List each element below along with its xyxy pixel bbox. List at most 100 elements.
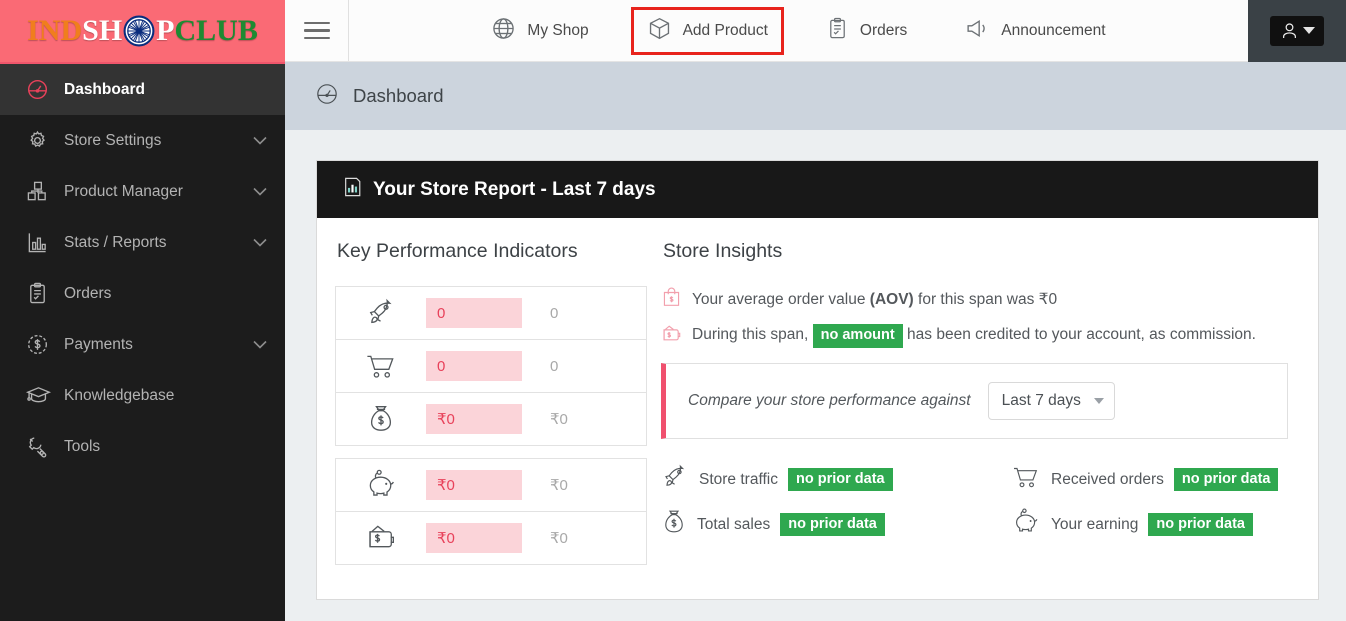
kpi-previous-value: 0 [550, 357, 559, 375]
store-report-header: Your Store Report - Last 7 days [317, 161, 1318, 218]
wrench-icon [26, 435, 56, 458]
topnav-item-announcement[interactable]: Announcement [949, 7, 1121, 55]
hamburger-icon [303, 17, 330, 45]
blocks-icon [26, 180, 56, 203]
sidebar-item-stats-reports[interactable]: Stats / Reports [0, 217, 285, 268]
chevron-down-icon[interactable] [253, 183, 267, 201]
sidebar-item-orders[interactable]: Orders [0, 268, 285, 319]
sidebar-item-dashboard[interactable]: Dashboard [0, 62, 285, 115]
user-menu-button[interactable] [1248, 0, 1346, 62]
comparison-metrics-grid: Store traffic no prior data Received ord… [661, 463, 1288, 541]
rocket-icon [661, 463, 689, 496]
compare-period-select[interactable]: Last 7 days [987, 382, 1115, 420]
main-content: Your Store Report - Last 7 days Key Perf… [285, 130, 1346, 621]
user-icon [1282, 23, 1296, 39]
hamburger-menu-button[interactable] [285, 0, 349, 61]
status-badge: no prior data [1173, 467, 1279, 492]
store-report-title: Your Store Report - Last 7 days [373, 178, 656, 200]
sidebar-item-label: Dashboard [64, 80, 145, 98]
topnav-item-label: Add Product [682, 21, 768, 39]
chevron-down-icon[interactable] [253, 336, 267, 354]
table-row: ₹0 ₹0 [336, 459, 646, 512]
comparison-total-sales: Total sales no prior data [661, 508, 1011, 541]
kpi-previous-value: ₹0 [550, 411, 568, 428]
commission-text: During this span, no amount has been cre… [692, 324, 1256, 348]
kpi-previous-value: ₹0 [550, 477, 568, 494]
wallet-outline-icon [661, 323, 682, 349]
kpi-heading: Key Performance Indicators [337, 240, 578, 262]
dashboard-page: IND SH P CLUB Dashboard Store Settings P… [0, 0, 1346, 621]
logo-segment-sh: SH [82, 14, 123, 47]
gear-icon [26, 129, 56, 152]
piggy-bank-icon [1011, 508, 1041, 541]
top-nav-items: My Shop Add Product Orders Announcement [349, 0, 1248, 62]
comparison-received-orders: Received orders no prior data [1011, 463, 1288, 496]
comparison-label: Store traffic [699, 470, 778, 488]
table-row: ₹0 ₹0 [336, 393, 646, 446]
logo-segment-p: P [156, 14, 175, 47]
chevron-down-icon [1302, 27, 1315, 34]
sidebar-item-product-manager[interactable]: Product Manager [0, 166, 285, 217]
topnav-item-my-shop[interactable]: My Shop [475, 7, 604, 55]
sidebar-item-label: Store Settings [64, 131, 162, 149]
status-badge: no amount [812, 324, 903, 348]
chart-report-icon [343, 177, 362, 203]
topnav-item-add-product[interactable]: Add Product [630, 6, 784, 55]
topnav-item-label: My Shop [527, 21, 589, 39]
megaphone-icon [965, 16, 990, 46]
store-report-card: Your Store Report - Last 7 days Key Perf… [316, 160, 1319, 600]
sidebar-item-label: Stats / Reports [64, 233, 167, 251]
speedometer-icon [26, 78, 56, 101]
kpi-table-primary: 0 0 0 0 ₹0 ₹0 [335, 286, 647, 446]
sidebar-item-label: Orders [64, 284, 112, 302]
piggy-bank-icon [336, 469, 426, 501]
compare-label: Compare your store performance against [688, 392, 971, 409]
status-badge: no prior data [780, 512, 885, 537]
compare-performance-box: Compare your store performance against L… [661, 363, 1288, 439]
sidebar-item-label: Payments [64, 335, 133, 353]
clipboard-icon [26, 282, 56, 305]
aov-abbr: (AOV) [869, 290, 914, 308]
logo-segment-ind: IND [27, 14, 83, 47]
money-bag-icon [661, 508, 687, 541]
logo-segment-club: CLUB [174, 14, 258, 47]
kpi-previous-value: 0 [550, 304, 559, 322]
dollar-circle-icon [26, 333, 56, 356]
store-report-body: Key Performance Indicators 0 0 0 0 ₹0 ₹0… [317, 218, 1318, 599]
kpi-current-value: ₹0 [426, 404, 522, 434]
kpi-section: Key Performance Indicators 0 0 0 0 ₹0 ₹0… [317, 240, 647, 565]
sidebar-item-payments[interactable]: Payments [0, 319, 285, 370]
chevron-down-icon[interactable] [253, 132, 267, 150]
sidebar-item-tools[interactable]: Tools [0, 421, 285, 472]
topnav-item-label: Announcement [1001, 21, 1106, 39]
aov-text: Your average order value (AOV) for this … [692, 290, 1058, 308]
avatar[interactable] [1270, 15, 1324, 46]
kpi-table-secondary: ₹0 ₹0 ₹0 ₹0 [335, 458, 647, 565]
clipboard-icon [826, 17, 849, 45]
comparison-label: Received orders [1051, 470, 1164, 488]
comparison-label: Total sales [697, 515, 771, 533]
sidebar-item-label: Product Manager [64, 182, 183, 200]
sidebar-item-label: Tools [64, 437, 101, 455]
bar-chart-icon [26, 231, 56, 254]
status-badge: no prior data [1148, 512, 1253, 537]
sidebar-item-store-settings[interactable]: Store Settings [0, 115, 285, 166]
top-navbar: My Shop Add Product Orders Announcement [285, 0, 1346, 62]
ashoka-chakra-icon [123, 15, 155, 47]
brand-logo[interactable]: IND SH P CLUB [0, 0, 285, 62]
topnav-item-orders[interactable]: Orders [810, 8, 923, 54]
sidebar-item-knowledgebase[interactable]: Knowledgebase [0, 370, 285, 421]
topnav-item-label: Orders [859, 21, 908, 39]
comparison-label: Your earning [1051, 515, 1139, 533]
speedometer-icon [315, 82, 339, 111]
chevron-down-icon[interactable] [253, 234, 267, 252]
kpi-current-value: ₹0 [426, 523, 522, 553]
kpi-current-value: ₹0 [426, 470, 522, 500]
sidebar-item-label: Knowledgebase [64, 386, 175, 404]
table-row: 0 0 [336, 340, 646, 393]
shopping-bag-icon [661, 286, 682, 312]
money-bag-icon [336, 403, 426, 435]
brand-logo-text: IND SH P CLUB [27, 14, 258, 48]
table-row: ₹0 ₹0 [336, 512, 646, 565]
kpi-current-value: 0 [426, 351, 522, 381]
